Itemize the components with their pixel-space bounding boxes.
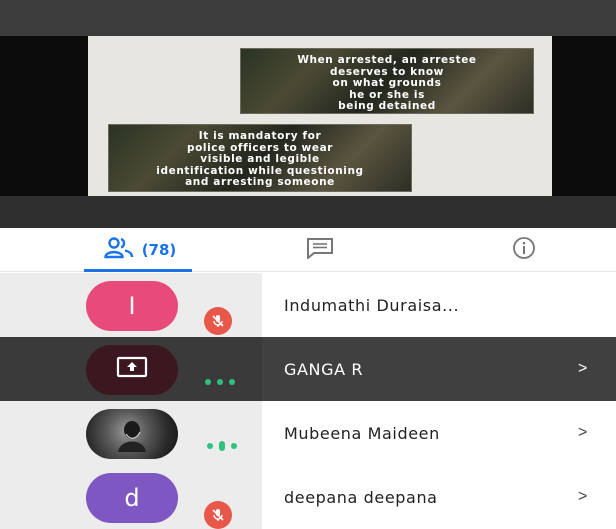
avatar [86,345,178,395]
photo-avatar [86,409,178,459]
participant-name: deepana deepana [284,487,438,507]
present-screen-icon [116,356,148,384]
slide-caption-top: When arrested, an arrestee deserves to k… [240,48,534,114]
chat-icon [305,237,335,264]
caption-bottom-line: visible and legible [200,153,320,165]
caption-top-line: on what grounds [332,77,442,89]
participant-row[interactable]: Mubeena Maideen > [0,401,616,465]
avatar: d [86,473,178,523]
shared-slide: When arrested, an arrestee deserves to k… [88,36,552,196]
caption-bottom-line: and arresting someone [185,176,335,188]
participant-row[interactable]: d deepana deepana > [0,465,616,529]
mic-muted-icon [204,501,232,529]
participant-name: Mubeena Maideen [284,423,440,443]
slide-caption-bottom: It is mandatory for police officers to w… [108,124,412,192]
presentation-video[interactable]: When arrested, an arrestee deserves to k… [0,36,616,228]
participant-name: GANGA R [284,359,364,379]
info-icon [512,236,536,265]
people-icon [103,236,134,264]
panel-tabs: (78) [0,228,616,272]
participant-row[interactable]: I Indumathi Duraisa... [0,273,616,337]
top-status-bar [0,0,616,36]
chevron-right-icon[interactable]: > [578,465,587,529]
tab-chat[interactable] [296,228,344,272]
mic-muted-icon [204,307,232,335]
participant-count: (78) [141,241,177,259]
tab-info[interactable] [500,228,548,272]
caption-top-line: being detained [338,100,436,112]
caption-bottom-line: It is mandatory for [198,130,322,142]
video-bottom-bar [0,196,616,228]
more-options-icon[interactable] [202,375,238,389]
participant-name: Indumathi Duraisa... [284,295,460,315]
tab-people[interactable]: (78) [78,228,202,272]
active-tab-indicator [84,269,192,272]
speaking-indicator-icon [204,439,240,453]
chevron-right-icon[interactable]: > [578,401,587,465]
caption-top-line: When arrested, an arrestee [297,54,477,66]
participant-row[interactable]: GANGA R > [0,337,616,401]
avatar: I [86,281,178,331]
chevron-right-icon[interactable]: > [578,337,587,401]
